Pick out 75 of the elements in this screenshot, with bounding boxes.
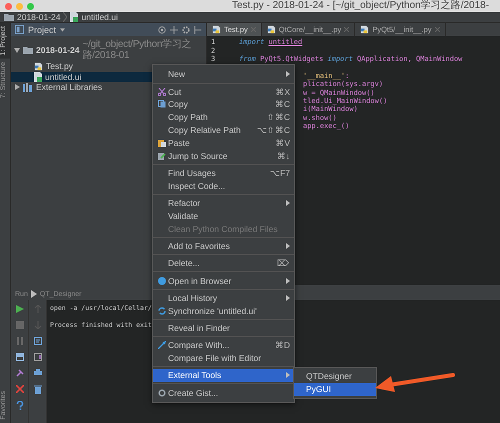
submenu-arrow-icon	[286, 242, 290, 249]
print-icon[interactable]	[34, 369, 42, 377]
submenu-arrow-icon	[286, 71, 290, 78]
python-file-icon	[266, 25, 276, 34]
project-view-icon	[15, 25, 24, 34]
close-tab-icon[interactable]	[434, 27, 440, 32]
submenu-arrow-icon	[286, 294, 290, 301]
menu-item[interactable]: Copy ⌘C	[153, 98, 294, 111]
scroll-icon[interactable]	[34, 353, 42, 361]
pencil-icon	[158, 152, 166, 160]
sync-icon	[158, 306, 166, 315]
menu-item[interactable]: Open in Browser	[153, 274, 294, 287]
menu-item[interactable]: Copy Path ⇧⌘C	[153, 110, 294, 124]
target-icon[interactable]	[158, 26, 166, 34]
run-config-icon	[30, 290, 37, 298]
scissors-icon	[158, 88, 166, 96]
close-icon[interactable]	[16, 385, 24, 393]
submenu-arrow-icon	[286, 278, 290, 284]
tree-item-label: External Libraries	[36, 82, 102, 92]
collapse-icon[interactable]	[170, 26, 178, 34]
globe-icon	[158, 276, 166, 285]
tree-item-label: untitled.ui	[45, 72, 82, 82]
folder-icon	[23, 46, 33, 54]
chevron-icon	[63, 12, 68, 22]
menu-item[interactable]: Jump to Source ⌘↓	[153, 149, 294, 162]
copy-icon	[158, 100, 166, 108]
menu-item[interactable]: New	[153, 68, 294, 81]
dropdown-caret-icon[interactable]	[60, 28, 66, 32]
menu-item[interactable]: Find Usages ⌥F7	[153, 166, 294, 180]
close-window-icon[interactable]	[5, 2, 12, 10]
pause-icon[interactable]	[16, 337, 24, 345]
menu-item[interactable]: Add to Favorites	[153, 240, 294, 252]
help-icon[interactable]	[16, 401, 24, 410]
menu-item[interactable]: Compare With... ⌘D	[153, 338, 294, 352]
python-file-icon	[34, 62, 43, 71]
file-icon	[70, 12, 78, 22]
menu-item[interactable]: Compare File with Editor	[153, 352, 294, 364]
stop-icon[interactable]	[16, 321, 24, 329]
wrap-icon[interactable]	[34, 337, 42, 345]
menu-item[interactable]: Inspect Code...	[153, 179, 294, 192]
compare-icon	[158, 341, 166, 350]
menu-item[interactable]: Local History	[153, 291, 294, 304]
submenu-arrow-icon	[286, 372, 290, 378]
menu-item[interactable]: PyGUI	[294, 382, 376, 396]
breadcrumb-item[interactable]: untitled.ui	[81, 12, 118, 22]
file-icon	[34, 72, 42, 82]
menu-item[interactable]: QTDesigner	[294, 370, 376, 383]
menu-item[interactable]: Copy Relative Path ⌥⇧⌘C	[153, 124, 294, 136]
close-tab-icon[interactable]	[344, 27, 350, 32]
collapsed-arrow-icon[interactable]	[14, 84, 20, 90]
settings-icon[interactable]	[182, 26, 190, 34]
layout-icon[interactable]	[16, 353, 24, 361]
menu-item[interactable]: Refactor	[153, 196, 294, 210]
menu-item[interactable]: Paste ⌘V	[153, 136, 294, 150]
expanded-arrow-icon[interactable]	[14, 47, 20, 53]
python-file-icon	[212, 25, 221, 34]
hide-panel-icon[interactable]	[194, 26, 202, 34]
menu-item[interactable]: External Tools	[153, 368, 294, 382]
menu-item[interactable]: Synchronize 'untitled.ui'	[153, 304, 294, 318]
menu-item[interactable]: Delete... ⌦	[153, 256, 294, 270]
menu-item[interactable]: Create Gist...	[153, 386, 294, 400]
library-icon	[23, 82, 33, 92]
clipboard-icon	[158, 138, 166, 147]
trash-icon[interactable]	[34, 385, 42, 394]
menu-item[interactable]: Reveal in Finder	[153, 322, 294, 334]
run-icon[interactable]	[16, 305, 24, 313]
submenu-arrow-icon	[286, 200, 290, 206]
folder-path: ~/git_object/Python学习之路/2018-01	[82, 39, 192, 61]
menu-item[interactable]: Cut ⌘X	[153, 85, 294, 98]
python-file-icon	[360, 25, 370, 34]
breadcrumb-item[interactable]: 2018-01-24	[17, 12, 60, 22]
tree-item-label: Test.py	[46, 61, 73, 72]
tree-item-label: 2018-01-24	[36, 45, 80, 55]
panel-title[interactable]: Project	[28, 24, 56, 34]
menu-item[interactable]: Validate	[153, 209, 294, 222]
